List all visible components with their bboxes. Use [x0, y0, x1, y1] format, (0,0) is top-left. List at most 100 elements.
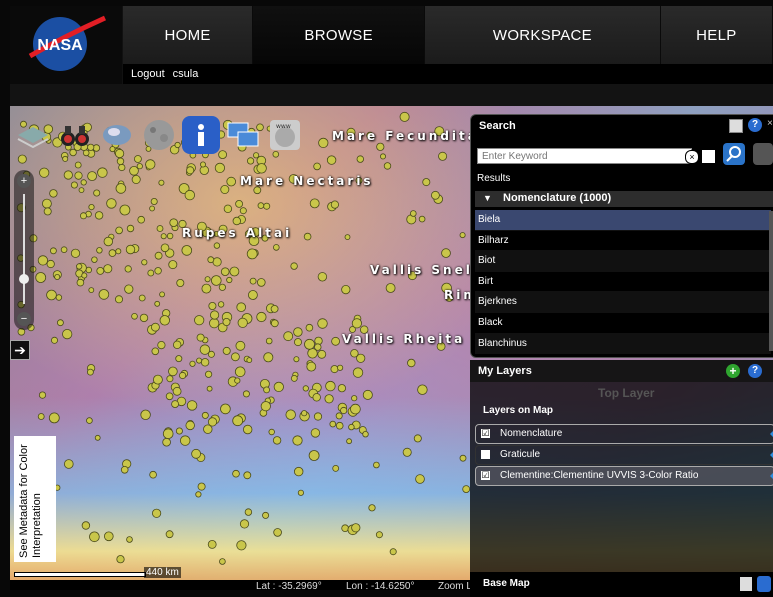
- results-group-nomenclature[interactable]: ▼ Nomenclature (1000): [475, 191, 773, 207]
- zoom-thumb[interactable]: [19, 274, 29, 284]
- crater-marker[interactable]: [375, 531, 383, 539]
- crater-marker[interactable]: [168, 260, 178, 270]
- crater-marker[interactable]: [136, 163, 143, 170]
- crater-marker[interactable]: [330, 365, 339, 374]
- binoculars-icon[interactable]: [56, 116, 94, 154]
- crater-marker[interactable]: [140, 409, 151, 421]
- crater-marker[interactable]: [341, 285, 351, 295]
- crater-marker[interactable]: [317, 349, 327, 359]
- crater-marker[interactable]: [257, 202, 265, 209]
- crater-marker[interactable]: [236, 302, 247, 313]
- crater-marker[interactable]: [257, 278, 266, 287]
- crater-marker[interactable]: [201, 283, 212, 294]
- expand-arrow-icon[interactable]: ➔: [10, 340, 30, 360]
- layer-checkbox[interactable]: ☑: [481, 429, 490, 438]
- crater-marker[interactable]: [116, 555, 125, 564]
- nasa-logo[interactable]: NASA: [10, 6, 122, 86]
- crater-marker[interactable]: [88, 204, 95, 211]
- layer-row-graticule[interactable]: Graticule: [475, 445, 773, 465]
- search-magnifier-icon[interactable]: [723, 143, 745, 165]
- crater-marker[interactable]: [324, 394, 334, 404]
- crater-marker[interactable]: [80, 179, 87, 186]
- crater-marker[interactable]: [165, 392, 174, 401]
- crater-marker[interactable]: [220, 185, 230, 195]
- crater-marker[interactable]: [292, 435, 303, 446]
- crater-marker[interactable]: [256, 163, 267, 174]
- crater-marker[interactable]: [340, 406, 348, 415]
- close-icon[interactable]: ×: [767, 118, 773, 129]
- crater-marker[interactable]: [220, 267, 230, 277]
- crater-marker[interactable]: [341, 524, 349, 533]
- nav-workspace[interactable]: WORKSPACE: [425, 6, 661, 64]
- crater-marker[interactable]: [87, 171, 97, 181]
- crater-marker[interactable]: [297, 489, 304, 496]
- crater-marker[interactable]: [351, 395, 358, 402]
- crater-marker[interactable]: [115, 183, 127, 194]
- crater-marker[interactable]: [204, 276, 211, 283]
- crater-marker[interactable]: [389, 548, 397, 556]
- crater-marker[interactable]: [346, 438, 353, 445]
- layer-checkbox[interactable]: [481, 450, 490, 459]
- crater-marker[interactable]: [262, 511, 270, 519]
- crater-marker[interactable]: [70, 248, 81, 258]
- crater-marker[interactable]: [138, 294, 146, 302]
- crater-marker[interactable]: [402, 447, 412, 457]
- crater-marker[interactable]: [263, 202, 271, 210]
- crater-marker[interactable]: [37, 255, 49, 266]
- crater-marker[interactable]: [96, 266, 105, 275]
- advanced-search-icon[interactable]: [753, 143, 773, 165]
- crater-marker[interactable]: [351, 318, 362, 329]
- crater-marker[interactable]: [131, 313, 138, 320]
- layer-expand-icon[interactable]: [766, 472, 773, 480]
- crater-marker[interactable]: [39, 167, 50, 178]
- crater-marker[interactable]: [263, 352, 274, 363]
- crater-marker[interactable]: [313, 412, 323, 421]
- crater-marker[interactable]: [166, 375, 174, 383]
- crater-marker[interactable]: [234, 366, 246, 378]
- crater-marker[interactable]: [91, 256, 98, 263]
- crater-marker[interactable]: [57, 319, 64, 327]
- crater-marker[interactable]: [125, 244, 136, 255]
- crater-marker[interactable]: [223, 204, 233, 213]
- result-item[interactable]: Biot: [475, 251, 771, 272]
- nav-help[interactable]: HELP: [660, 6, 773, 64]
- crater-marker[interactable]: [154, 267, 162, 275]
- crater-marker[interactable]: [201, 411, 209, 419]
- crater-marker[interactable]: [195, 491, 202, 498]
- crater-marker[interactable]: [115, 248, 122, 255]
- crater-marker[interactable]: [350, 403, 361, 415]
- crater-marker[interactable]: [219, 558, 226, 565]
- crater-marker[interactable]: [87, 368, 94, 376]
- crater-marker[interactable]: [313, 162, 321, 171]
- crater-marker[interactable]: [85, 266, 92, 274]
- crater-marker[interactable]: [273, 381, 284, 392]
- crater-marker[interactable]: [185, 420, 195, 431]
- crater-marker[interactable]: [368, 504, 376, 512]
- result-item[interactable]: Bilharz: [475, 231, 771, 252]
- crater-marker[interactable]: [290, 374, 298, 382]
- crater-marker[interactable]: [126, 224, 135, 233]
- crater-marker[interactable]: [199, 165, 210, 176]
- crater-marker[interactable]: [199, 161, 206, 168]
- crater-marker[interactable]: [212, 257, 222, 267]
- crater-marker[interactable]: [74, 161, 82, 169]
- crater-marker[interactable]: [211, 275, 222, 286]
- crater-marker[interactable]: [337, 384, 346, 393]
- crater-marker[interactable]: [293, 338, 302, 347]
- crater-marker[interactable]: [351, 523, 361, 533]
- crater-marker[interactable]: [335, 421, 344, 430]
- crater-marker[interactable]: [209, 318, 220, 329]
- crater-marker[interactable]: [326, 155, 337, 165]
- crater-marker[interactable]: [86, 417, 93, 424]
- crater-marker[interactable]: [171, 400, 180, 409]
- www-globe-icon[interactable]: www: [266, 116, 304, 154]
- crater-marker[interactable]: [232, 415, 244, 427]
- crater-marker[interactable]: [218, 283, 226, 291]
- crater-marker[interactable]: [373, 461, 380, 469]
- crater-marker[interactable]: [103, 264, 113, 274]
- crater-marker[interactable]: [108, 249, 117, 257]
- crater-marker[interactable]: [147, 269, 155, 277]
- crater-marker[interactable]: [169, 218, 179, 227]
- crater-marker[interactable]: [441, 248, 451, 258]
- zoom-in-button[interactable]: +: [17, 174, 31, 188]
